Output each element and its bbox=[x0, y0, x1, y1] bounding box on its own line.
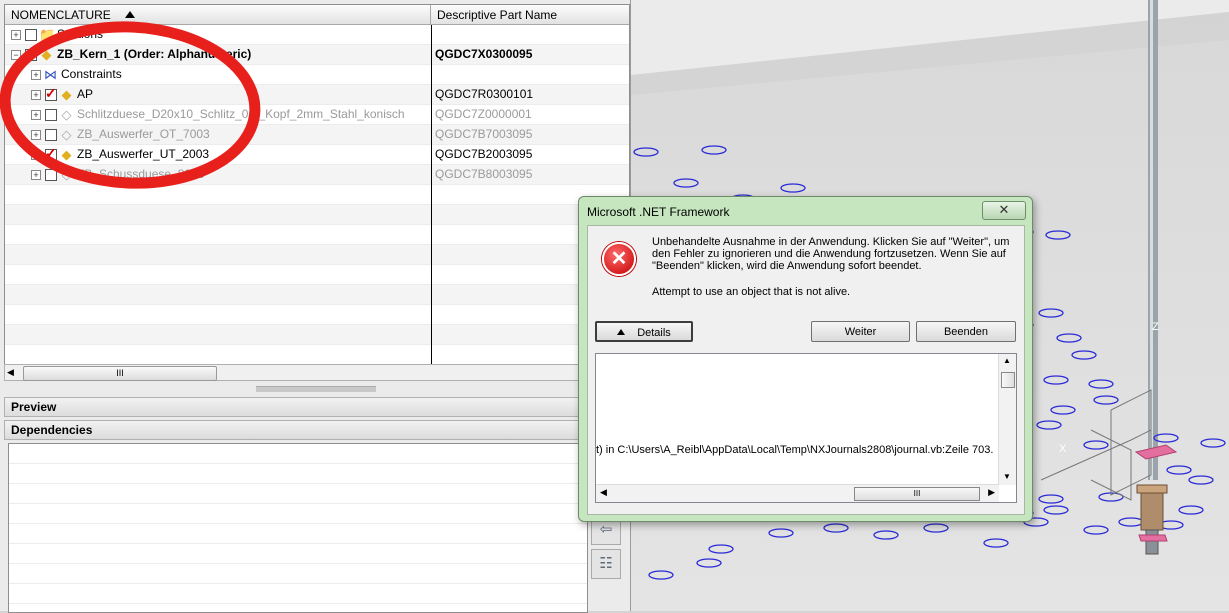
expand-up-icon bbox=[617, 329, 626, 335]
tree-row[interactable] bbox=[5, 245, 629, 265]
column-header-part-name[interactable]: Descriptive Part Name bbox=[431, 5, 629, 25]
tree-row[interactable]: + ◇ ZB_Auswerfer_OT_7003 QGDC7B7003095 bbox=[5, 125, 629, 145]
quit-button[interactable]: Beenden bbox=[916, 321, 1016, 342]
dependencies-list bbox=[8, 443, 588, 613]
tree-row[interactable] bbox=[5, 285, 629, 305]
tree-row[interactable] bbox=[5, 185, 629, 205]
details-textbox[interactable]: t) in C:\Users\A_Reibl\AppData\Local\Tem… bbox=[595, 353, 1017, 503]
details-horizontal-scrollbar[interactable]: ◀ III ▶ bbox=[596, 484, 999, 502]
tree-row[interactable] bbox=[5, 205, 629, 225]
node-label: AP bbox=[77, 87, 94, 101]
column-header-label: Descriptive Part Name bbox=[437, 8, 558, 22]
assembly-outline-icon: ◇ bbox=[61, 127, 72, 142]
list-view-icon[interactable]: ☷ bbox=[591, 549, 621, 579]
node-label: ZB_Auswerfer_OT_7003 bbox=[77, 127, 210, 141]
collapse-icon[interactable]: − bbox=[11, 50, 21, 60]
scroll-thumb[interactable] bbox=[1001, 372, 1015, 388]
expand-icon[interactable]: + bbox=[31, 70, 41, 80]
part-name-cell: QGDC7B7003095 bbox=[435, 127, 533, 141]
scroll-down-icon[interactable]: ▼ bbox=[1003, 472, 1011, 481]
part-name-cell: QGDC7R0300101 bbox=[435, 87, 534, 101]
expand-icon[interactable]: + bbox=[31, 170, 41, 180]
tree-row[interactable] bbox=[5, 265, 629, 285]
assembly-icon: ◆ bbox=[61, 147, 72, 162]
scroll-right-icon[interactable]: ▶ bbox=[988, 487, 995, 498]
expand-icon[interactable]: + bbox=[11, 30, 21, 40]
tree-row[interactable]: + ⋈ Constraints bbox=[5, 65, 629, 85]
node-label: ZB_Schussduese_8003 bbox=[77, 167, 205, 181]
expand-icon[interactable]: + bbox=[31, 150, 41, 160]
node-label: Schlitzduese_D20x10_Schlitz_0,3_Kopf_2mm… bbox=[77, 107, 405, 121]
assembly-navigator: NOMENCLATURE Descriptive Part Name + 📁 Sec… bbox=[0, 0, 631, 613]
expand-icon[interactable]: + bbox=[31, 90, 41, 100]
column-header-nomenclature[interactable]: NOMENCLATURE bbox=[5, 5, 431, 25]
column-divider bbox=[431, 25, 432, 365]
tree-row[interactable]: + ◇ ZB_Schussduese_8003 QGDC7B8003095 bbox=[5, 165, 629, 185]
details-vertical-scrollbar[interactable]: ▲ ▼ bbox=[998, 354, 1016, 485]
dependencies-panel-header[interactable]: Dependencies bbox=[4, 420, 628, 440]
tree-row[interactable] bbox=[5, 345, 629, 365]
panel-splitter[interactable] bbox=[256, 386, 376, 392]
side-toolbar: ⇦ ☷ bbox=[591, 515, 623, 583]
scroll-left-icon[interactable]: ◀ bbox=[7, 367, 14, 378]
constraints-icon: ⋈ bbox=[44, 67, 57, 82]
assembly-tree: NOMENCLATURE Descriptive Part Name + 📁 Sec… bbox=[4, 4, 630, 366]
tree-row[interactable] bbox=[5, 325, 629, 345]
assembly-outline-icon: ◇ bbox=[61, 107, 72, 122]
scroll-thumb[interactable]: III bbox=[854, 487, 980, 501]
sort-ascending-icon bbox=[124, 11, 135, 18]
assembly-icon: ◆ bbox=[61, 87, 72, 102]
preview-panel-header[interactable]: Preview bbox=[4, 397, 628, 417]
tree-horizontal-scrollbar[interactable]: ◀ III bbox=[4, 364, 628, 381]
scroll-thumb[interactable]: III bbox=[23, 366, 217, 381]
error-icon: ✕ bbox=[602, 242, 636, 276]
dialog-title: Microsoft .NET Framework bbox=[587, 205, 730, 219]
exception-message: Attempt to use an object that is not ali… bbox=[652, 286, 851, 298]
tree-row[interactable]: + 📁 Sections bbox=[5, 25, 629, 45]
visibility-checkbox[interactable] bbox=[25, 29, 37, 41]
part-name-cell: QGDC7X0300095 bbox=[435, 47, 533, 61]
column-header-label: NOMENCLATURE bbox=[11, 8, 111, 22]
node-label: ZB_Kern_1 (Order: Alphanumeric) bbox=[57, 47, 252, 61]
tree-row[interactable]: + ◆ AP QGDC7R0300101 bbox=[5, 85, 629, 105]
node-label: Constraints bbox=[61, 67, 122, 81]
node-label: Sections bbox=[57, 27, 104, 41]
details-button[interactable]: Details bbox=[595, 321, 693, 342]
tree-row[interactable] bbox=[5, 225, 629, 245]
visibility-checkbox[interactable] bbox=[45, 169, 57, 181]
node-label: ZB_Auswerfer_UT_2003 bbox=[77, 147, 210, 161]
expand-icon[interactable]: + bbox=[31, 110, 41, 120]
assembly-outline-icon: ◇ bbox=[61, 167, 72, 182]
tree-row[interactable]: + ◆ ZB_Auswerfer_UT_2003 QGDC7B2003095 bbox=[5, 145, 629, 165]
scroll-left-icon[interactable]: ◀ bbox=[600, 487, 607, 498]
visibility-checkbox[interactable] bbox=[45, 145, 57, 162]
scroll-up-icon[interactable]: ▲ bbox=[1003, 356, 1011, 365]
visibility-checkbox[interactable] bbox=[45, 129, 57, 141]
tree-row[interactable]: + ◇ Schlitzduese_D20x10_Schlitz_0,3_Kopf_2… bbox=[5, 105, 629, 125]
details-button-label: Details bbox=[637, 327, 671, 339]
axis-z-label: Z bbox=[1152, 321, 1159, 333]
close-icon[interactable]: ✕ bbox=[982, 201, 1026, 220]
expand-icon[interactable]: + bbox=[31, 130, 41, 140]
stack-trace-text: t) in C:\Users\A_Reibl\AppData\Local\Tem… bbox=[596, 444, 994, 456]
axis-x-label: X bbox=[1059, 443, 1067, 455]
visibility-checkbox[interactable] bbox=[25, 49, 37, 61]
continue-button[interactable]: Weiter bbox=[811, 321, 910, 342]
assembly-icon: ◆ bbox=[41, 47, 52, 62]
tree-row[interactable] bbox=[5, 305, 629, 325]
folder-icon: 📁 bbox=[39, 27, 56, 42]
visibility-checkbox[interactable] bbox=[45, 109, 57, 121]
part-name-cell: QGDC7B8003095 bbox=[435, 167, 533, 181]
tree-row[interactable]: − ◆ ZB_Kern_1 (Order: Alphanumeric) QGDC7X0… bbox=[5, 45, 629, 65]
dialog-message: Unbehandelte Ausnahme in der Anwendung. … bbox=[652, 236, 1010, 272]
part-name-cell: QGDC7Z0000001 bbox=[435, 107, 532, 121]
dialog-body: ✕ Unbehandelte Ausnahme in der Anwendung… bbox=[587, 225, 1025, 515]
visibility-checkbox[interactable] bbox=[45, 85, 57, 102]
error-dialog: Microsoft .NET Framework ✕ ✕ Unbehandelt… bbox=[578, 196, 1033, 522]
part-name-cell: QGDC7B2003095 bbox=[435, 147, 533, 161]
